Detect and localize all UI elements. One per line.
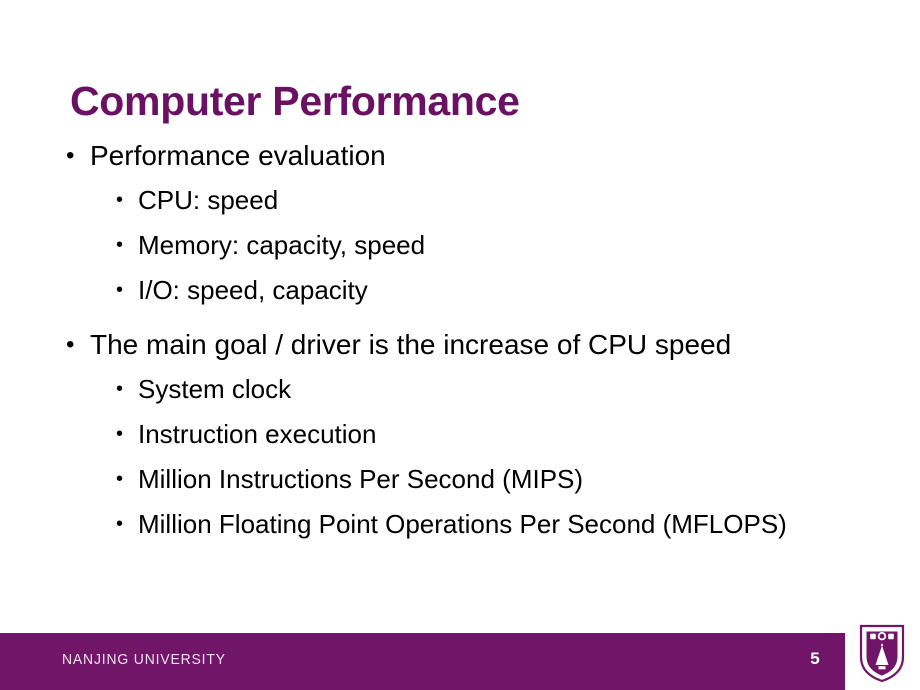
bullet-item-level-2: • Instruction execution bbox=[116, 421, 896, 448]
bullet-item-level-2: • Million Floating Point Operations Per S… bbox=[116, 511, 896, 538]
bullet-text: I/O: speed, capacity bbox=[138, 275, 368, 305]
bullet-point-icon: • bbox=[116, 378, 124, 400]
bullet-text: Performance evaluation bbox=[90, 140, 386, 171]
bullet-text: Million Floating Point Operations Per Se… bbox=[138, 509, 787, 539]
bullet-point-icon: • bbox=[116, 513, 124, 535]
bullet-text: The main goal / driver is the increase o… bbox=[90, 329, 732, 360]
bullet-text: Instruction execution bbox=[138, 419, 377, 449]
footer-organization-label: NANJING UNIVERSITY bbox=[62, 651, 226, 668]
bullet-text: CPU: speed bbox=[138, 185, 279, 215]
bullet-point-icon: • bbox=[116, 189, 124, 211]
bullet-point-icon: • bbox=[116, 468, 124, 490]
slide-body-content: • Performance evaluation • CPU: speed • Memor… bbox=[66, 142, 896, 556]
bullet-point-icon: • bbox=[66, 331, 75, 358]
bullet-item-level-1: • Performance evaluation bbox=[66, 142, 896, 170]
bullet-item-level-2: • System clock bbox=[116, 376, 896, 403]
bullet-point-icon: • bbox=[116, 279, 124, 301]
slide-canvas: Computer Performance • Performance evalua… bbox=[0, 0, 920, 690]
bullet-text: Memory: capacity, speed bbox=[138, 230, 426, 260]
slide-page-number: 5 bbox=[810, 649, 820, 668]
bullet-item-level-2: • CPU: speed bbox=[116, 187, 896, 214]
bullet-text: Million Instructions Per Second (MIPS) bbox=[138, 464, 584, 494]
page-title: Computer Performance bbox=[70, 78, 520, 125]
bullet-point-icon: • bbox=[116, 234, 124, 256]
bullet-item-level-2: • I/O: speed, capacity bbox=[116, 277, 896, 304]
bullet-item-level-2: • Million Instructions Per Second (MIPS) bbox=[116, 466, 896, 493]
bullet-point-icon: • bbox=[66, 142, 75, 169]
bullet-point-icon: • bbox=[116, 423, 124, 445]
nanjing-university-crest-icon bbox=[858, 623, 906, 683]
bullet-item-level-2: • Memory: capacity, speed bbox=[116, 232, 896, 259]
bullet-text: System clock bbox=[138, 374, 292, 404]
bullet-item-level-1: • The main goal / driver is the increase … bbox=[66, 331, 896, 359]
